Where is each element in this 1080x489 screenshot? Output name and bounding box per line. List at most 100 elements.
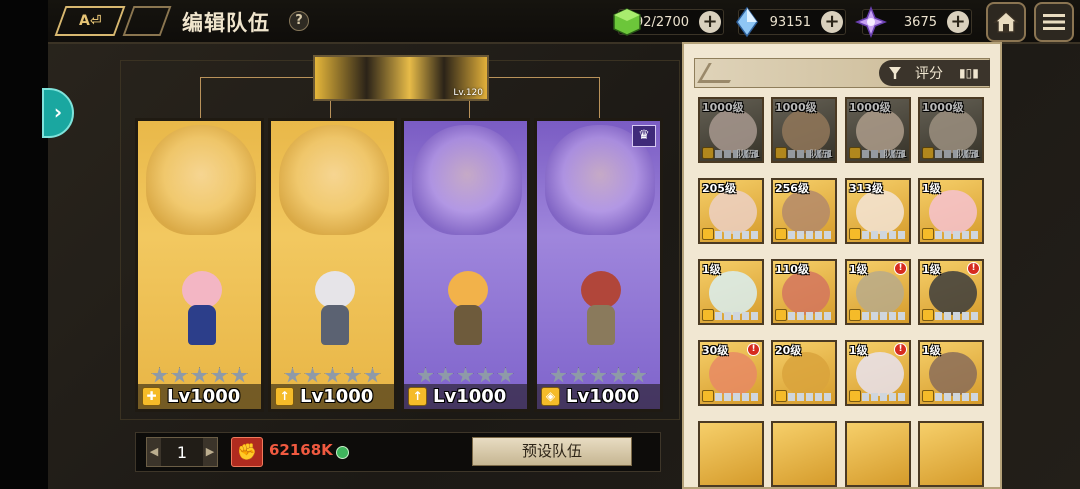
- side-expand-tab[interactable]: ›: [42, 88, 74, 138]
- hero-tile[interactable]: [845, 421, 911, 487]
- star-rating: [715, 150, 759, 158]
- star-rating: [788, 393, 832, 401]
- team-index-stepper: ◀ 1 ▶: [146, 437, 218, 467]
- hero-tile[interactable]: 1级!: [918, 259, 984, 325]
- chibi-head: [448, 271, 488, 309]
- preset-team-button[interactable]: 预设队伍: [472, 437, 632, 466]
- star-icon: [610, 367, 627, 383]
- class-icon: [775, 390, 787, 402]
- hero-tile[interactable]: 1级!: [845, 340, 911, 406]
- star-icon: [211, 367, 228, 383]
- chibi-head: [581, 271, 621, 309]
- hero-chibi: [174, 271, 230, 351]
- hero-tile[interactable]: 1级!: [845, 259, 911, 325]
- hero-tile[interactable]: 1000级 队伍1: [698, 97, 764, 163]
- hero-face: [929, 190, 977, 234]
- logo-back-button[interactable]: A⏎: [54, 6, 126, 36]
- chibi-body: [188, 305, 216, 345]
- hero-chibi: [307, 271, 363, 351]
- hero-tile-level: 1级: [922, 182, 941, 195]
- chibi-body: [321, 305, 349, 345]
- menu-button[interactable]: [1034, 2, 1074, 42]
- hero-tile-level: 1000级: [922, 101, 964, 114]
- star-icon: [570, 367, 587, 383]
- hero-face: [709, 271, 757, 315]
- star-rating: [788, 231, 832, 239]
- team-banner[interactable]: Lv.120: [313, 55, 489, 101]
- star-rating: [935, 150, 979, 158]
- hero-tile[interactable]: [918, 421, 984, 487]
- alert-icon: !: [747, 343, 760, 356]
- alert-icon: !: [967, 262, 980, 275]
- hero-face: [929, 352, 977, 396]
- star-rating: [715, 312, 759, 320]
- hero-tile-level: 313级: [849, 182, 883, 195]
- resource-purple-crystal: 3675 +: [855, 6, 972, 38]
- hero-tile[interactable]: 205级: [698, 178, 764, 244]
- next-team-button[interactable]: ▶: [203, 438, 217, 466]
- chibi-body: [454, 305, 482, 345]
- filter-chevron-icon: [697, 63, 741, 83]
- star-icon: [284, 367, 301, 383]
- class-icon: [849, 390, 861, 402]
- star-rating: [935, 231, 979, 239]
- hero-face: [856, 352, 904, 396]
- home-button[interactable]: [986, 2, 1026, 42]
- hero-tile[interactable]: [771, 421, 837, 487]
- hero-tile[interactable]: 1000级 队伍1: [771, 97, 837, 163]
- hero-tile[interactable]: 110级: [771, 259, 837, 325]
- class-icon: ↑: [408, 387, 427, 406]
- star-rating: [862, 150, 906, 158]
- hero-tile[interactable]: 20级: [771, 340, 837, 406]
- blue-crystal-icon: [736, 6, 758, 38]
- power-info-icon[interactable]: [336, 446, 349, 459]
- bar-chart-icon: ▮▯▮: [959, 66, 979, 80]
- hero-level: Lv1000: [167, 386, 241, 407]
- add-blue-crystal-button[interactable]: +: [821, 11, 843, 33]
- hero-portrait: [412, 125, 522, 235]
- class-icon: [702, 309, 714, 321]
- prev-team-button[interactable]: ◀: [147, 438, 161, 466]
- hero-tile[interactable]: 1级: [918, 178, 984, 244]
- star-icon: [324, 367, 341, 383]
- team-slot-3[interactable]: ↑ Lv1000: [401, 118, 530, 412]
- resource-blue-crystal: 93151 +: [736, 6, 846, 38]
- star-rating: [788, 150, 832, 158]
- hero-face: [929, 271, 977, 315]
- add-purple-crystal-button[interactable]: +: [947, 11, 969, 33]
- hero-face: [856, 109, 904, 153]
- class-icon: [922, 390, 934, 402]
- team-slot-1[interactable]: ✚ Lv1000: [135, 118, 264, 412]
- star-icon: [231, 367, 248, 383]
- hero-tile[interactable]: 1000级 队伍1: [845, 97, 911, 163]
- hero-tile[interactable]: 1级: [698, 259, 764, 325]
- hero-tile[interactable]: 1000级队伍1: [918, 97, 984, 163]
- team-slot-2[interactable]: ↑ Lv1000: [268, 118, 397, 412]
- class-icon: [849, 147, 861, 159]
- help-button[interactable]: ?: [289, 11, 309, 31]
- hero-tile[interactable]: 30级!: [698, 340, 764, 406]
- hero-face: [929, 109, 977, 153]
- team-slot-4[interactable]: ♛ ◈ Lv1000: [534, 118, 663, 412]
- hero-tile[interactable]: [698, 421, 764, 487]
- hero-face: [856, 190, 904, 234]
- hero-tile-level: 205级: [702, 182, 736, 195]
- sort-button[interactable]: 评分 ▮▯▮: [879, 60, 990, 86]
- class-icon: [922, 228, 934, 240]
- hero-tile-level: 20级: [775, 344, 802, 357]
- team-index: 1: [176, 442, 188, 462]
- hero-tile-level: 1级: [849, 263, 868, 276]
- hero-tile[interactable]: 1级: [918, 340, 984, 406]
- star-rating: [138, 367, 261, 384]
- hero-level: Lv1000: [300, 386, 374, 407]
- menu-icon: [1043, 14, 1065, 30]
- star-icon: [590, 367, 607, 383]
- hero-tile-level: 110级: [775, 263, 809, 276]
- hero-tile[interactable]: 256级: [771, 178, 837, 244]
- hero-face: [782, 190, 830, 234]
- level-row: ✚ Lv1000: [138, 384, 261, 409]
- add-stamina-button[interactable]: +: [699, 11, 721, 33]
- crown-icon: ♛: [632, 125, 656, 147]
- team-tag: 队伍1: [956, 150, 980, 160]
- hero-tile[interactable]: 313级: [845, 178, 911, 244]
